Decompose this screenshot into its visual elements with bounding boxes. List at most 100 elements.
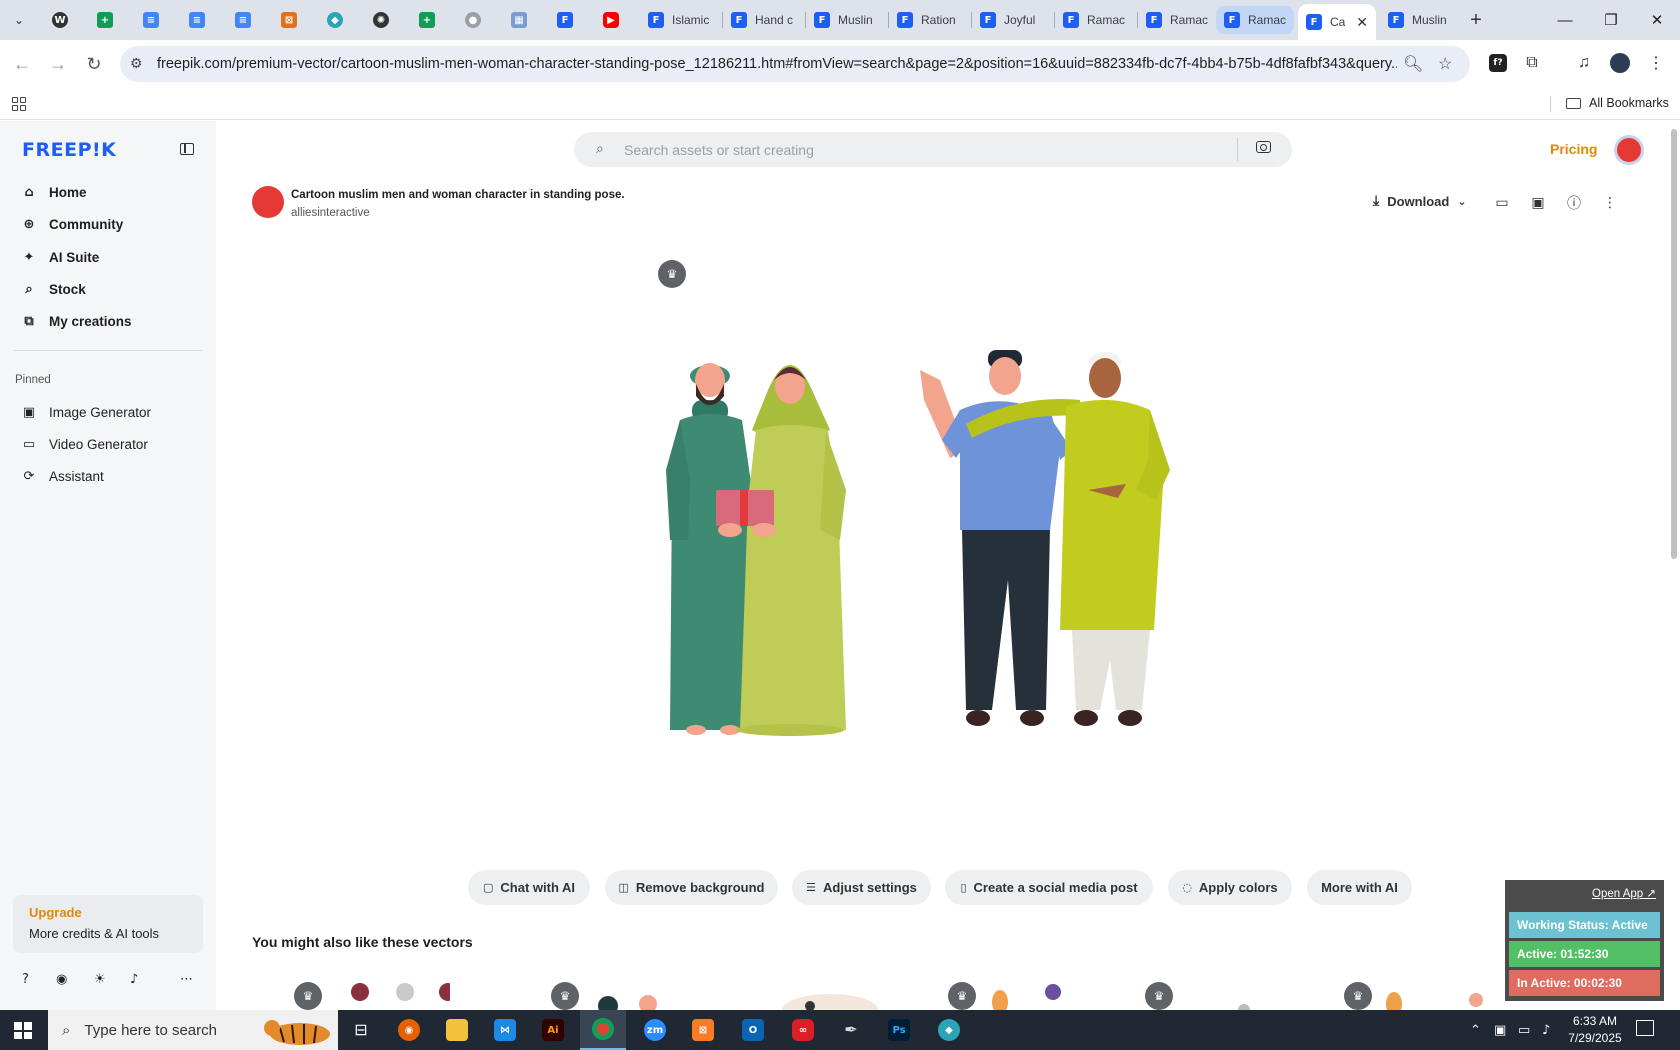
asset-author-link[interactable]: alliesinteractive <box>291 207 370 219</box>
sidebar-item-image-generator[interactable]: ▣ Image Generator <box>22 405 151 420</box>
help-icon[interactable]: ? <box>22 972 29 987</box>
browser-tab[interactable]: F Ramac <box>1216 6 1294 34</box>
show-hidden-icons[interactable]: ⌃ <box>1470 1010 1481 1050</box>
browser-tab-active[interactable]: F Ca ✕ <box>1298 4 1376 40</box>
upgrade-card[interactable]: Upgrade More credits & AI tools <box>13 895 203 953</box>
pricing-link[interactable]: Pricing <box>1550 141 1597 157</box>
page-scrollbar[interactable] <box>1668 121 1680 1010</box>
taskbar-clock[interactable]: 6:33 AM 7/29/2025 <box>1560 1013 1630 1047</box>
url-text[interactable]: freepik.com/premium-vector/cartoon-musli… <box>157 56 1397 72</box>
browser-tab[interactable]: F Hand c <box>723 6 801 34</box>
address-bar[interactable]: ⚙ freepik.com/premium-vector/cartoon-mus… <box>120 46 1470 82</box>
network-icon[interactable]: ▭ <box>1518 1010 1530 1050</box>
notifications-icon[interactable] <box>1636 1020 1654 1036</box>
pinned-tab[interactable]: + <box>92 8 118 32</box>
info-icon[interactable]: ⓘ <box>1564 193 1584 213</box>
illustrator-icon[interactable]: Ai <box>530 1010 576 1050</box>
sidebar-item-community[interactable]: ⊕ Community <box>22 217 124 232</box>
browser-tab[interactable]: F Ramac <box>1055 6 1133 34</box>
chrome-icon[interactable] <box>580 1010 626 1050</box>
extensions-puzzle-icon[interactable]: ⧉ <box>1518 49 1546 77</box>
back-button[interactable]: ← <box>8 50 36 78</box>
pinned-tab[interactable]: F <box>552 8 578 32</box>
download-button[interactable]: ⤓ Download ⌄ <box>1373 193 1467 209</box>
scrollbar-thumb[interactable] <box>1671 129 1677 559</box>
extension-icon[interactable]: f? <box>1484 49 1512 77</box>
open-app-link[interactable]: Open App ↗ <box>1592 886 1656 900</box>
bookmark-star-icon[interactable]: ☆ <box>1438 54 1452 74</box>
pinned-tab[interactable]: ▦ <box>506 8 532 32</box>
author-avatar[interactable] <box>252 186 284 218</box>
photoshop-icon[interactable]: Ps <box>876 1010 922 1050</box>
vscode-icon[interactable]: ⋈ <box>482 1010 528 1050</box>
start-button[interactable] <box>14 1022 32 1039</box>
close-window-button[interactable]: ✕ <box>1634 0 1680 40</box>
bell-icon[interactable]: ♪ <box>130 972 138 987</box>
browser-tab[interactable]: F Islamic <box>640 6 718 34</box>
xampp-icon[interactable]: ⊠ <box>680 1010 726 1050</box>
browser-menu-button[interactable]: ⋮ <box>1642 49 1670 77</box>
adjust-settings-button[interactable]: ☰ Adjust settings <box>792 870 931 905</box>
zoom-icon[interactable]: 🔍︎ <box>1403 54 1423 74</box>
restore-button[interactable]: ❐ <box>1588 0 1634 40</box>
user-avatar[interactable] <box>1614 135 1644 165</box>
related-thumbnail[interactable] <box>770 970 940 1010</box>
browser-tab[interactable]: F Ration <box>889 6 967 34</box>
new-tab-button[interactable]: + <box>1464 8 1488 32</box>
freepik-logo[interactable]: FREEP!K <box>22 139 116 161</box>
more-actions-icon[interactable]: ⋮ <box>1600 193 1620 213</box>
forward-button[interactable]: → <box>44 50 72 78</box>
pinned-tab[interactable]: ▶ <box>598 8 624 32</box>
search-input[interactable] <box>624 138 1184 161</box>
outlook-icon[interactable]: O <box>730 1010 776 1050</box>
tray-icon[interactable]: ▣ <box>1494 1010 1506 1050</box>
theme-sun-icon[interactable]: ☀ <box>94 972 106 987</box>
edit-image-icon[interactable]: ▣ <box>1528 193 1548 213</box>
app-icon[interactable]: ◆ <box>926 1010 972 1050</box>
sidebar-item-video-generator[interactable]: ▭ Video Generator <box>22 437 148 452</box>
pinned-tab[interactable]: W <box>47 8 73 32</box>
sidebar-item-ai-suite[interactable]: ✦ AI Suite <box>22 250 100 265</box>
create-social-post-button[interactable]: ▯ Create a social media post <box>945 870 1153 905</box>
apps-grid-icon[interactable] <box>12 97 26 111</box>
pen-tool-icon[interactable]: ✒ <box>828 1010 874 1050</box>
remove-background-button[interactable]: ◫ Remove background <box>605 870 778 905</box>
minimize-button[interactable]: — <box>1542 0 1588 40</box>
sidebar-item-assistant[interactable]: ⟳ Assistant <box>22 469 104 484</box>
add-to-collection-icon[interactable]: ▭ <box>1492 193 1512 213</box>
site-info-icon[interactable]: ⚙ <box>130 55 143 72</box>
close-tab-icon[interactable]: ✕ <box>1356 14 1368 31</box>
tab-search-button[interactable]: ⌄ <box>6 8 32 32</box>
pinned-tab[interactable]: ⊠ <box>276 8 302 32</box>
reload-button[interactable]: ↻ <box>80 50 108 78</box>
task-view-icon[interactable]: ⊟ <box>338 1010 384 1050</box>
profile-avatar[interactable] <box>1606 49 1634 77</box>
pinned-tab[interactable]: + <box>414 8 440 32</box>
camera-icon[interactable] <box>1256 141 1271 153</box>
more-options-icon[interactable]: ⋯ <box>180 972 193 987</box>
browser-tab[interactable]: F Joyful <box>972 6 1050 34</box>
pinned-tab[interactable]: ● <box>460 8 486 32</box>
collapse-sidebar-icon[interactable] <box>180 143 194 155</box>
browser-tab[interactable]: F Muslin <box>806 6 884 34</box>
volume-icon[interactable]: ♪ <box>1542 1010 1550 1050</box>
firefox-icon[interactable]: ◉ <box>386 1010 432 1050</box>
discord-icon[interactable]: ◉ <box>56 972 67 987</box>
browser-tab[interactable]: F Muslin <box>1380 6 1458 34</box>
sidebar-item-stock[interactable]: ⌕ Stock <box>22 282 85 297</box>
sidebar-item-home[interactable]: ⌂ Home <box>22 185 86 200</box>
apply-colors-button[interactable]: ◌ Apply colors <box>1168 870 1292 905</box>
chat-with-ai-button[interactable]: ▢ Chat with AI <box>468 870 590 905</box>
pinned-tab[interactable]: ◆ <box>322 8 348 32</box>
browser-tab[interactable]: F Ramac <box>1138 6 1216 34</box>
pinned-tab[interactable]: ≡ <box>230 8 256 32</box>
creative-cloud-icon[interactable]: ∞ <box>780 1010 826 1050</box>
media-control-icon[interactable]: ♫ <box>1570 49 1598 77</box>
pinned-tab[interactable]: ≡ <box>138 8 164 32</box>
file-explorer-icon[interactable] <box>434 1010 480 1050</box>
asset-search-bar[interactable]: ⌕ <box>574 132 1292 167</box>
zoom-app-icon[interactable]: zm <box>632 1010 678 1050</box>
all-bookmarks-button[interactable]: All Bookmarks <box>1566 96 1669 110</box>
sidebar-item-my-creations[interactable]: ⧉ My creations <box>22 314 131 329</box>
pinned-tab[interactable]: ✺ <box>368 8 394 32</box>
